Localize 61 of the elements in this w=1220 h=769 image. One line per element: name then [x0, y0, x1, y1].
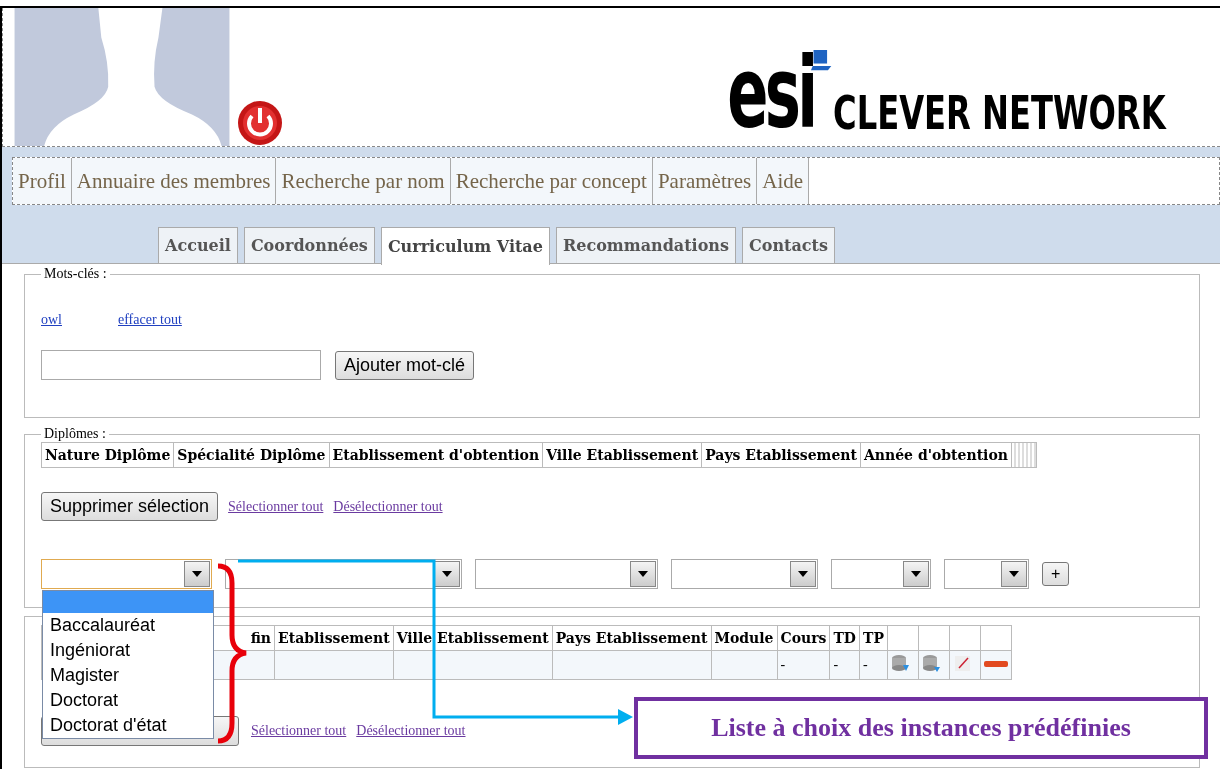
column-header: Etablissement: [274, 625, 394, 651]
delete-selection-button[interactable]: Supprimer sélection: [41, 492, 219, 521]
add-keyword-button[interactable]: Ajouter mot-clé: [335, 350, 475, 380]
section-legend: Diplômes :: [41, 426, 109, 442]
caret-down-icon: [1009, 571, 1019, 577]
column-resizer: [1011, 442, 1037, 468]
caret-down-icon: [911, 571, 921, 577]
column-header: TD: [829, 625, 860, 651]
caret-down-icon: [638, 571, 648, 577]
column-header: Nature Diplôme: [41, 442, 174, 468]
link[interactable]: Sélectionner tout: [228, 498, 324, 515]
dropdown-option[interactable]: Doctorat d'état: [43, 713, 213, 738]
column-header: Spécialité Diplôme: [173, 442, 330, 468]
menu-item[interactable]: Aide: [757, 158, 810, 204]
column-header: Cours: [777, 625, 830, 651]
column-header: Ville Etablissement: [393, 625, 553, 651]
column-header: TP: [859, 625, 888, 651]
select-field[interactable]: [671, 559, 818, 589]
menu-item[interactable]: Recherche par nom: [276, 158, 451, 204]
column-header: Pays Etablissement: [701, 442, 861, 468]
edit-icon[interactable]: [952, 653, 973, 673]
tab[interactable]: Accueil: [158, 227, 238, 263]
select-field[interactable]: [831, 559, 931, 589]
menu-item[interactable]: Recherche par concept: [450, 158, 653, 204]
link[interactable]: owl: [41, 312, 62, 328]
callout-label: Liste à choix des instances prédéfinies: [634, 697, 1208, 759]
logo-mark: esi: [727, 48, 815, 138]
power-icon[interactable]: [237, 100, 283, 146]
keyword-field[interactable]: [41, 350, 321, 380]
column-header: Module: [711, 625, 778, 651]
menu-item[interactable]: Annuaire des membres: [71, 158, 277, 204]
section-legend: Mots-clés :: [41, 266, 110, 282]
tab[interactable]: Recommandations: [555, 227, 736, 263]
menu-item[interactable]: Paramètres: [652, 158, 758, 204]
table-cell: -: [777, 650, 830, 680]
column-header: Ville Etablissement: [542, 442, 702, 468]
select-field[interactable]: [475, 559, 658, 589]
tab[interactable]: Contacts: [742, 227, 835, 263]
link[interactable]: Sélectionner tout: [251, 723, 347, 739]
dropdown-option[interactable]: Doctorat: [43, 688, 213, 713]
caret-down-icon: [798, 571, 808, 577]
select-field[interactable]: [944, 559, 1029, 589]
link[interactable]: Désélectionner tout: [356, 723, 466, 739]
dropdown-option[interactable]: Magister: [43, 663, 213, 688]
link[interactable]: effacer tout: [118, 312, 182, 328]
column-header: Pays Etablissement: [552, 625, 711, 651]
add-button[interactable]: +: [1042, 562, 1070, 586]
logo-name: CLEVER NETWORK: [832, 88, 1166, 138]
tab[interactable]: Curriculum Vitae: [380, 227, 550, 265]
menu-item[interactable]: Profil: [13, 158, 72, 204]
caret-down-icon: [442, 571, 452, 577]
tab[interactable]: Coordonnées: [243, 227, 375, 263]
select-field[interactable]: [225, 559, 462, 589]
remove-icon[interactable]: [983, 661, 1008, 669]
database-export-icon[interactable]: [921, 653, 942, 673]
column-header: Etablissement d'obtention: [329, 442, 543, 468]
database-import-icon[interactable]: [890, 653, 911, 673]
select-field[interactable]: [41, 559, 212, 589]
caret-down-icon: [192, 571, 202, 577]
column-header: Année d'obtention: [860, 442, 1012, 468]
link[interactable]: Désélectionner tout: [333, 498, 443, 515]
